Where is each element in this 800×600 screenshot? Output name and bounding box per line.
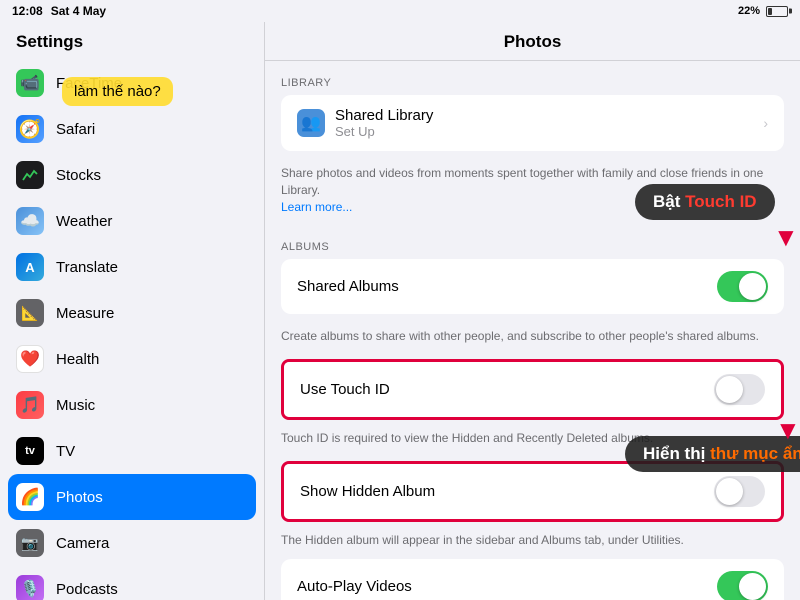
- camera-label: Camera: [56, 535, 109, 552]
- tooltip-overlay: làm thế nào?: [62, 77, 173, 106]
- autoplay-label: Auto-Play Videos: [297, 578, 707, 595]
- section-header-albums: ALBUMS: [265, 225, 800, 259]
- show-hidden-album-row: Show Hidden Album: [284, 464, 781, 519]
- weather-label: Weather: [56, 213, 112, 230]
- measure-icon: 📐: [16, 299, 44, 327]
- arrow-touch-id: ▼: [773, 222, 799, 253]
- sidebar-item-camera[interactable]: 📷 Camera: [0, 520, 264, 566]
- safari-icon: 🧭: [16, 115, 44, 143]
- shared-albums-toggle[interactable]: [717, 271, 768, 302]
- sidebar-item-photos[interactable]: 🌈 Photos: [8, 474, 256, 520]
- show-hidden-album-label: Show Hidden Album: [300, 483, 704, 500]
- thu-muc-an-highlight: thư mục ẩn: [710, 444, 800, 463]
- measure-label: Measure: [56, 305, 114, 322]
- show-hidden-album-toggle[interactable]: [714, 476, 765, 507]
- use-touch-id-label: Use Touch ID: [300, 381, 704, 398]
- sidebar-item-translate[interactable]: A Translate: [0, 244, 264, 290]
- touch-id-group: Use Touch ID: [281, 359, 784, 420]
- date: Sat 4 May: [51, 4, 106, 18]
- music-label: Music: [56, 397, 95, 414]
- use-touch-id-row: Use Touch ID: [284, 362, 781, 417]
- weather-icon: ☁️: [16, 207, 44, 235]
- shared-albums-description: Create albums to share with other people…: [265, 322, 800, 355]
- autoplay-group: Auto-Play Videos: [281, 559, 784, 600]
- facetime-icon: 📹: [16, 69, 44, 97]
- status-bar: 12:08 Sat 4 May 22%: [0, 0, 800, 22]
- sidebar-item-safari[interactable]: 🧭 Safari: [0, 106, 264, 152]
- translate-label: Translate: [56, 259, 118, 276]
- camera-icon: 📷: [16, 529, 44, 557]
- sidebar: Settings làm thế nào? 📹 FaceTime 🧭 Safar…: [0, 22, 265, 600]
- podcasts-icon: 🎙️: [16, 575, 44, 600]
- panel-title: Photos: [265, 22, 800, 61]
- music-icon: 🎵: [16, 391, 44, 419]
- safari-label: Safari: [56, 121, 95, 138]
- health-icon: ❤️: [16, 345, 44, 373]
- shared-albums-row: Shared Albums: [281, 259, 784, 314]
- battery-icon: [766, 6, 788, 17]
- sidebar-item-stocks[interactable]: Stocks: [0, 152, 264, 198]
- sidebar-item-tv[interactable]: tv TV: [0, 428, 264, 474]
- sidebar-item-health[interactable]: ❤️ Health: [0, 336, 264, 382]
- battery-percentage: 22%: [738, 5, 760, 17]
- translate-icon: A: [16, 253, 44, 281]
- arrow-hidden-album: ▼: [775, 415, 800, 446]
- shared-library-label: Shared Library: [335, 107, 753, 124]
- sidebar-item-podcasts[interactable]: 🎙️ Podcasts: [0, 566, 264, 600]
- shared-library-group: 👥 Shared Library Set Up ›: [281, 95, 784, 151]
- section-header-library: LIBRARY: [265, 61, 800, 95]
- tv-icon: tv: [16, 437, 44, 465]
- shared-library-icon: 👥: [297, 109, 325, 137]
- hidden-album-description: The Hidden album will appear in the side…: [265, 526, 800, 559]
- podcasts-label: Podcasts: [56, 581, 118, 598]
- stocks-label: Stocks: [56, 167, 101, 184]
- right-panel: Photos LIBRARY 👥 Shared Library Set Up ›…: [265, 22, 800, 600]
- photos-label: Photos: [56, 489, 103, 506]
- shared-library-row[interactable]: 👥 Shared Library Set Up ›: [281, 95, 784, 151]
- shared-library-sublabel: Set Up: [335, 124, 753, 139]
- use-touch-id-toggle[interactable]: [714, 374, 765, 405]
- sidebar-item-weather[interactable]: ☁️ Weather: [0, 198, 264, 244]
- annotation-hidden-album: Hiển thị thư mục ẩn: [625, 436, 800, 472]
- sidebar-item-measure[interactable]: 📐 Measure: [0, 290, 264, 336]
- sidebar-item-music[interactable]: 🎵 Music: [0, 382, 264, 428]
- touch-id-highlight: Touch ID: [685, 192, 756, 211]
- autoplay-toggle[interactable]: [717, 571, 768, 600]
- shared-albums-group: Shared Albums: [281, 259, 784, 314]
- chevron-icon: ›: [763, 115, 768, 131]
- time: 12:08: [12, 4, 43, 18]
- annotation-touch-id: Bật Touch ID: [635, 184, 775, 220]
- shared-albums-label: Shared Albums: [297, 278, 707, 295]
- photos-icon: 🌈: [16, 483, 44, 511]
- stocks-icon: [16, 161, 44, 189]
- health-label: Health: [56, 351, 99, 368]
- learn-more-link[interactable]: Learn more...: [281, 200, 352, 214]
- tv-label: TV: [56, 443, 75, 460]
- sidebar-title: Settings: [0, 22, 264, 60]
- autoplay-row: Auto-Play Videos: [281, 559, 784, 600]
